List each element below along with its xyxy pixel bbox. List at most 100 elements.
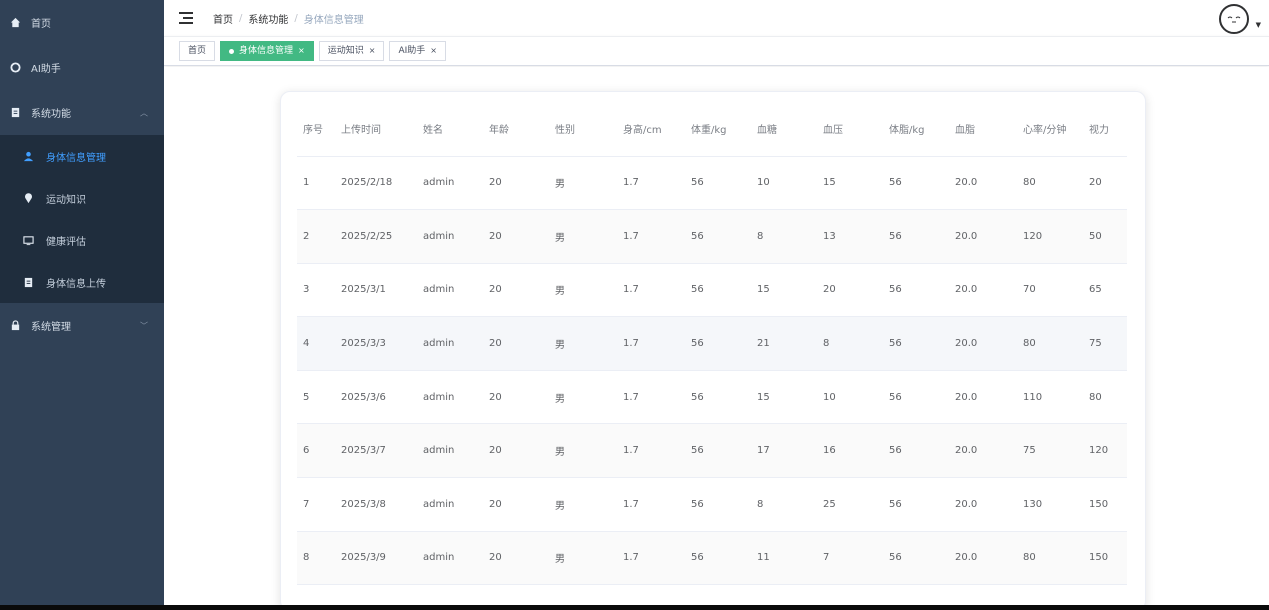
sidebar-item-home[interactable]: 首页 [0,0,164,45]
sidebar-item-system-function[interactable]: 系统功能 ︿ [0,90,164,135]
table-cell: 17 [751,423,817,479]
table-cell: 20 [483,423,549,479]
table-cell: 2025/3/7 [335,423,417,479]
table-cell: 8 [297,531,335,586]
breadcrumb: 首页 / 系统功能 / 身体信息管理 [213,11,364,26]
sidebar-item-body-info[interactable]: 身体信息管理 [0,135,164,177]
table-cell: 1.7 [617,370,685,425]
table-cell: 男 [549,477,617,532]
tag-sports[interactable]: 运动知识 × [318,41,385,61]
table-cell: 80 [1017,316,1083,371]
column-header: 体重/kg [685,102,751,157]
breadcrumb-separator: / [239,12,243,24]
table-cell: 20 [483,316,549,371]
bottom-bar [0,605,1269,610]
table-cell: 男 [549,531,617,586]
table-cell: 6 [297,423,335,479]
chevron-up-icon: ︿ [140,108,148,117]
table-cell: 2025/3/9 [335,531,417,586]
tag-label: 运动知识 [327,46,364,56]
table-cell: 8 [751,477,817,532]
table-cell: 1.7 [617,531,685,586]
sidebar-item-system-manage[interactable]: 系统管理 ﹀ [0,303,164,348]
sidebar-item-health[interactable]: 健康评估 [0,219,164,261]
table-cell: 20 [483,263,549,318]
document-icon [9,107,21,119]
table-row[interactable]: 5 2025/3/6 admin 20 男 1.7 56 15 10 56 20.0 110 80 [297,370,1127,425]
table-cell: admin [417,263,483,318]
active-dot-icon [229,48,235,54]
table-row[interactable]: 2 2025/2/25 admin 20 男 1.7 56 8 13 56 20.0 120 50 [297,209,1127,264]
table-cell: 80 [1017,531,1083,586]
column-header: 体脂/kg [883,102,949,157]
table-cell: 2 [297,209,335,264]
table-cell: 男 [549,423,617,479]
table-cell: 15 [751,370,817,425]
sidebar-item-label: AI助手 [31,64,61,75]
table-cell: 男 [549,316,617,371]
table-row[interactable]: 4 2025/3/3 admin 20 男 1.7 56 21 8 56 20.0 80 75 [297,316,1127,371]
sidebar-item-upload[interactable]: 身体信息上传 [0,261,164,303]
tag-home[interactable]: 首页 [179,41,216,61]
table-cell: 男 [549,156,617,211]
table-cell: 20.0 [949,370,1017,425]
table-row[interactable]: 8 2025/3/9 admin 20 男 1.7 56 11 7 56 20.0 80 150 [297,531,1127,586]
table-row[interactable]: 1 2025/2/18 admin 20 男 1.7 56 10 15 56 20.0 80 20 [297,156,1127,211]
table-cell: 56 [883,370,949,425]
close-icon[interactable]: × [369,42,376,60]
sidebar-item-sports[interactable]: 运动知识 [0,177,164,219]
table-cell: 男 [549,263,617,318]
avatar-face-icon [1227,16,1241,23]
table-cell: 56 [883,477,949,532]
close-icon[interactable]: × [298,42,305,60]
location-icon [22,192,34,204]
sidebar-item-label: 身体信息管理 [46,152,106,164]
sidebar-item-ai[interactable]: AI助手 [0,45,164,90]
table-cell: 25 [817,477,883,532]
tag-ai[interactable]: AI助手 × [389,41,446,61]
avatar[interactable] [1219,4,1249,34]
breadcrumb-system-function[interactable]: 系统功能 [248,11,288,26]
table-cell: 56 [883,209,949,264]
table-cell: 120 [1017,209,1083,264]
breadcrumb-current: 身体信息管理 [303,14,364,26]
tag-body-info[interactable]: 身体信息管理 × [220,41,314,61]
table-cell: 80 [1083,370,1127,425]
table-cell: 1.7 [617,263,685,318]
close-icon[interactable]: × [430,42,437,60]
table-cell: 男 [549,209,617,264]
table-cell: 56 [883,423,949,479]
table-cell: 56 [685,209,751,264]
table-cell: 56 [883,316,949,371]
breadcrumb-home[interactable]: 首页 [213,11,233,26]
table-row[interactable]: 3 2025/3/1 admin 20 男 1.7 56 15 20 56 20.0 70 65 [297,263,1127,318]
user-icon [22,150,34,162]
column-header: 血压 [817,102,883,157]
table-cell: 20.0 [949,263,1017,318]
table-cell: 15 [817,156,883,211]
table-cell: 2025/3/8 [335,477,417,532]
table-row[interactable]: 6 2025/3/7 admin 20 男 1.7 56 17 16 56 20.0 75 120 [297,423,1127,479]
caret-down-icon[interactable]: ▼ [1256,21,1261,29]
sidebar-item-label: 首页 [31,19,51,30]
table-cell: 65 [1083,263,1127,318]
tags-view: 首页 身体信息管理 × 运动知识 × AI助手 × [164,36,1269,66]
menu-toggle-icon[interactable] [179,12,193,24]
table-cell: 110 [1017,370,1083,425]
table-cell: 20.0 [949,316,1017,371]
ai-icon [9,62,21,74]
table-cell: 150 [1083,531,1127,586]
table-cell: 20 [1083,156,1127,211]
lock-icon [9,320,21,332]
table-cell: 20 [483,370,549,425]
sidebar-item-label: 身体信息上传 [46,278,106,290]
table-cell: 56 [685,531,751,586]
table-cell: 75 [1083,316,1127,371]
body-info-table: 序号 上传时间 姓名 年龄 性别 身高/cm 体重/kg 血糖 血压 体脂/kg… [297,102,1127,586]
table-cell: 20.0 [949,209,1017,264]
table-cell: 10 [751,156,817,211]
breadcrumb-separator: / [294,12,298,24]
table-cell: 20 [483,531,549,586]
table-row[interactable]: 7 2025/3/8 admin 20 男 1.7 56 8 25 56 20.0 130 150 [297,477,1127,532]
table-cell: 4 [297,316,335,371]
